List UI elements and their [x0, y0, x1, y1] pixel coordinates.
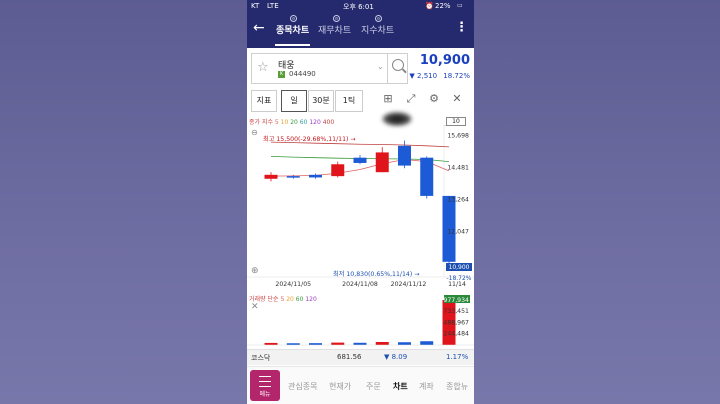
nav-current-price[interactable]: 현재가	[329, 381, 351, 392]
candle-body	[353, 157, 367, 163]
high-annotation: 최고 15,500(-29.68%,11/11) →	[263, 135, 356, 143]
chart-grid	[247, 125, 474, 278]
divider	[387, 54, 388, 83]
phone-screen: KT LTE 오후 6:01 ⏰ 22% ▭ ← ⚙ 종목차트 ⚙ 재무차트 ⚙…	[247, 0, 474, 404]
chevron-down-icon[interactable]: ⌄	[377, 62, 384, 71]
back-arrow-icon[interactable]: ←	[253, 20, 265, 36]
volume-bar	[420, 341, 434, 345]
index-ticker[interactable]: 코스닥 681.56 ▼ 8.09 1.17%	[247, 349, 474, 365]
volume-bars	[247, 300, 474, 346]
volume-bar	[375, 342, 389, 345]
menu-label: 메뉴	[259, 391, 271, 398]
background-right	[474, 0, 720, 404]
redacted-blur	[382, 112, 412, 126]
x-axis-labels: 2024/11/05 2024/11/08 2024/11/12 11/14	[275, 281, 466, 288]
background-left	[0, 0, 247, 404]
period-day-button[interactable]: 일	[281, 90, 307, 112]
zoom-out-icon[interactable]: ⊖	[251, 128, 258, 137]
candle-body	[309, 174, 322, 178]
tools-icon[interactable]: ✕	[450, 92, 464, 106]
x-tick-label: 11/14	[448, 281, 466, 288]
y-tick-label: 15,698	[447, 132, 469, 139]
nav-news[interactable]: 종합뉴	[446, 381, 468, 392]
x-tick-label: 2024/11/08	[342, 281, 378, 288]
candle-body	[286, 176, 300, 178]
volume-bar	[331, 342, 345, 345]
nav-order[interactable]: 주문	[366, 381, 381, 392]
change-amount: ▼ 2,510	[409, 72, 438, 80]
volume-bar	[264, 342, 278, 345]
layout-grid-icon[interactable]: ⊞	[381, 92, 395, 106]
active-tab-underline	[275, 44, 310, 46]
x-tick-label: 2024/11/05	[275, 281, 311, 288]
stock-selector[interactable]: ☆ 태웅 K 044490 ⌄	[251, 53, 408, 84]
status-carrier: KT	[251, 2, 260, 10]
close-icon[interactable]: ✕	[251, 302, 259, 312]
gear-dot-icon: ⚙	[290, 15, 297, 22]
nav-chart[interactable]: 차트	[393, 381, 408, 392]
change-percent: 18.72%	[443, 72, 470, 80]
battery-icon: ▭	[457, 2, 463, 9]
period-tick-button[interactable]: 1틱	[335, 90, 363, 112]
candle-body	[264, 174, 278, 179]
menu-button[interactable]: 메뉴	[250, 370, 280, 401]
y-tick-label: 12,047	[447, 229, 469, 236]
index-name: 코스닥	[251, 354, 271, 362]
more-vertical-icon[interactable]: ⋮	[455, 20, 468, 35]
candle-body	[331, 164, 345, 177]
volume-chart[interactable]: 977,934 733,451 488,967 244,484 ✕	[247, 295, 474, 350]
bottom-navigation: 메뉴 관심종목 현재가 주문 차트 계좌 종합뉴	[247, 366, 474, 404]
y-tick-label: 14,481	[447, 164, 469, 171]
volume-tick-label: 488,967	[443, 320, 469, 327]
current-change-tag-text: -18.72%	[446, 275, 471, 282]
indicator-button[interactable]: 지표	[251, 90, 277, 112]
status-network: LTE	[267, 2, 279, 10]
nav-watchlist[interactable]: 관심종목	[288, 381, 317, 392]
gear-icon[interactable]: ⚙	[427, 92, 441, 106]
alarm-icon: ⏰	[425, 2, 434, 10]
low-annotation: 최저 10,830(0.65%,11/14) →	[333, 270, 419, 278]
volume-tick-label: 977,934	[443, 297, 469, 304]
volume-bar	[398, 342, 411, 345]
gear-dot-icon: ⚙	[375, 15, 382, 22]
volume-tick-label: 244,484	[443, 331, 469, 338]
index-percent: 1.17%	[446, 353, 469, 361]
candle-body	[420, 157, 434, 196]
candles	[264, 140, 456, 264]
tab-index-chart[interactable]: 지수차트	[361, 23, 394, 36]
expand-icon[interactable]: ⤢	[404, 92, 418, 106]
indicator-count-value[interactable]: 10	[446, 117, 466, 126]
star-icon[interactable]: ☆	[257, 60, 269, 75]
current-price-tag-text: 10,900	[449, 264, 470, 271]
price-change: ▼ 2,510 18.72%	[409, 72, 470, 80]
tab-financial-chart[interactable]: 재무차트	[318, 23, 351, 36]
nav-account[interactable]: 계좌	[419, 381, 434, 392]
candle-body	[398, 145, 411, 166]
volume-bar	[353, 342, 367, 345]
zoom-icon[interactable]: ⊕	[251, 266, 259, 276]
market-badge-icon: K	[278, 71, 285, 78]
candle-body	[375, 152, 389, 173]
index-change: ▼ 8.09	[384, 353, 408, 361]
period-30min-button[interactable]: 30분	[308, 90, 334, 112]
index-value: 681.56	[337, 353, 362, 361]
search-icon[interactable]	[392, 59, 404, 71]
stock-code: 044490	[289, 70, 316, 78]
hamburger-icon	[259, 376, 271, 387]
status-battery: 22%	[435, 2, 451, 10]
tab-stock-chart[interactable]: 종목차트	[276, 23, 309, 36]
status-bar: KT LTE 오후 6:01 ⏰ 22% ▭	[247, 0, 474, 12]
status-time: 오후 6:01	[343, 3, 374, 11]
x-tick-label: 2024/11/12	[391, 281, 427, 288]
gear-dot-icon: ⚙	[333, 15, 340, 22]
current-price: 10,900	[419, 53, 470, 68]
y-tick-label: 13,264	[447, 196, 469, 203]
price-chart[interactable]: 15,69814,48113,26412,047 2024/11/05 2024/…	[247, 125, 474, 290]
volume-tick-label: 733,451	[443, 308, 469, 315]
app-bar: ← ⚙ 종목차트 ⚙ 재무차트 ⚙ 지수차트 ⋮	[247, 12, 474, 48]
